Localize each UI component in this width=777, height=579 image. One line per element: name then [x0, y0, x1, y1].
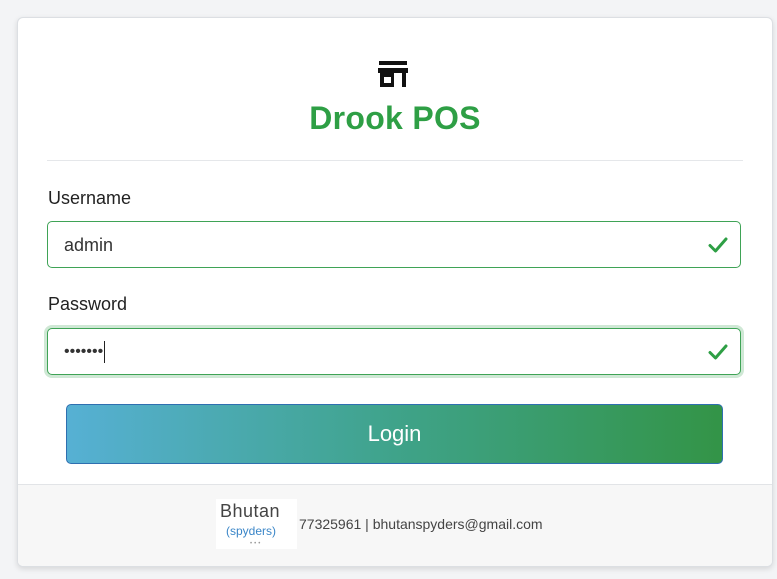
password-input[interactable]: •••••••: [47, 328, 741, 375]
text-caret: [104, 341, 106, 363]
username-value: admin: [64, 235, 114, 255]
footer-credit: Bhutan (spyders) ••• 77325961 | bhutansp…: [216, 499, 543, 549]
login-footer: Bhutan (spyders) ••• 77325961 | bhutansp…: [18, 484, 772, 566]
logo-line1: Bhutan: [220, 501, 281, 521]
header-divider: [47, 160, 743, 161]
login-button[interactable]: Login: [66, 404, 723, 464]
store-icon: [378, 61, 408, 87]
login-card: Drook POS Username admin Password ••••••…: [17, 17, 773, 567]
username-label: Username: [48, 188, 132, 208]
check-icon: [708, 237, 728, 253]
footer-contact: 77325961 | bhutanspyders@gmail.com: [299, 516, 543, 532]
app-title: Drook POS: [309, 100, 481, 136]
logo-line2: (spyders): [226, 524, 277, 538]
password-value: •••••••: [64, 341, 106, 363]
bhutan-spyders-logo: Bhutan (spyders) •••: [216, 499, 297, 549]
logo-dots: •••: [250, 541, 263, 547]
login-header: Drook POS: [18, 18, 772, 161]
password-label: Password: [48, 294, 128, 314]
check-icon: [708, 344, 728, 360]
username-input[interactable]: admin: [47, 221, 741, 268]
